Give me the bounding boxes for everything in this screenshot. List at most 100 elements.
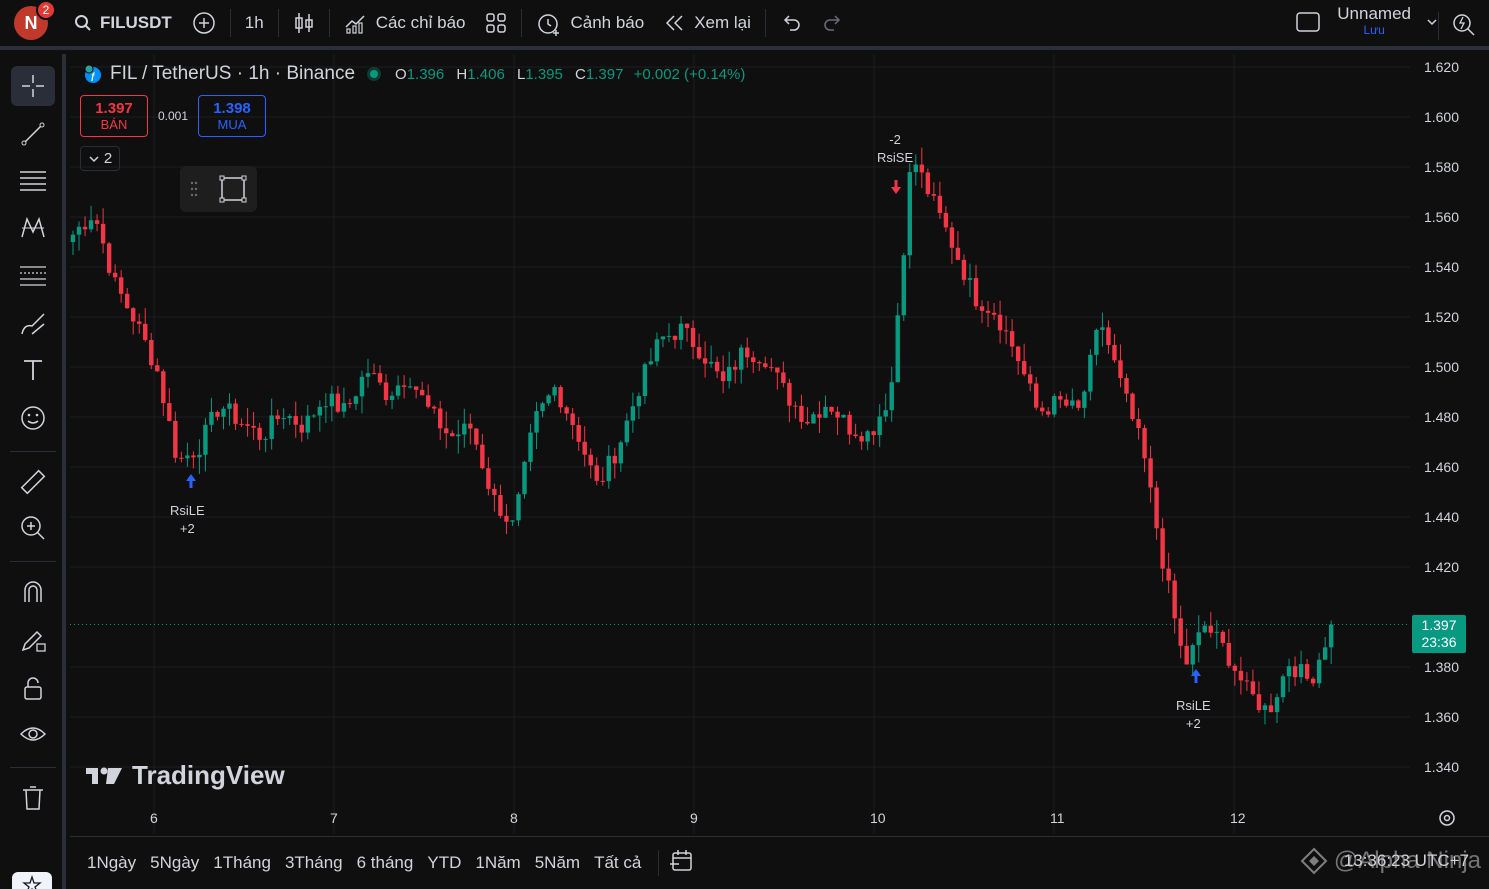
alerts-button[interactable]: Cảnh báo: [526, 5, 654, 41]
candle-body: [227, 403, 232, 409]
crosshair-tool[interactable]: [11, 66, 55, 106]
candle-body: [137, 321, 142, 324]
crosshair-icon: [22, 75, 44, 97]
drag-handle-icon[interactable]: [189, 180, 199, 198]
lock-all-tool[interactable]: [11, 668, 55, 708]
signal-name: RsiLE: [1176, 698, 1211, 713]
candle-body: [1304, 664, 1310, 679]
indicators-collapse-button[interactable]: 2: [80, 146, 120, 171]
hide-drawings-tool[interactable]: [11, 714, 55, 754]
trend-line-icon: [21, 122, 45, 146]
redo-button[interactable]: [812, 5, 854, 41]
range-button[interactable]: YTD: [420, 853, 468, 873]
candle-body: [751, 357, 756, 363]
replay-label: Xem lại: [694, 13, 751, 32]
favorites-tool[interactable]: [12, 872, 52, 889]
templates-button[interactable]: [475, 5, 517, 41]
measure-tool[interactable]: [11, 462, 55, 502]
emoji-tool[interactable]: [11, 398, 55, 438]
bottom-toolbar: 1Ngày 5Ngày 1Tháng 3Tháng 6 tháng YTD 1Năm 5Năm…: [70, 836, 1489, 889]
star-icon: [22, 874, 42, 889]
time-tick-label: 11: [1050, 810, 1065, 826]
brush-tool[interactable]: [11, 304, 55, 344]
candle-body: [1003, 330, 1009, 332]
candle-body: [335, 393, 341, 412]
candle-body: [173, 420, 178, 458]
candle-body: [636, 396, 642, 407]
candle-body: [341, 403, 347, 412]
tv-logo-text: TradingView: [132, 760, 285, 790]
open-label: O: [395, 65, 407, 83]
candle-body: [438, 408, 443, 429]
candle-body: [1268, 705, 1274, 713]
spread-value: 0.001: [157, 109, 189, 123]
range-button[interactable]: 5Năm: [528, 853, 587, 873]
symbol-search-button[interactable]: FILUSDT: [64, 5, 182, 41]
candle-body: [239, 423, 244, 425]
horizontal-lines-tool[interactable]: [11, 160, 55, 200]
range-button[interactable]: 6 tháng: [350, 853, 421, 873]
quick-search-button[interactable]: [1451, 12, 1477, 43]
candle-body: [606, 455, 611, 482]
candle-body: [1166, 568, 1171, 581]
open-value: 1.396: [406, 65, 445, 83]
candle-body: [1238, 670, 1244, 681]
buy-button[interactable]: 1.398 MUA: [198, 95, 266, 137]
layout-menu[interactable]: Unnamed Lưu: [1295, 5, 1439, 38]
alerts-label: Cảnh báo: [570, 13, 645, 32]
chart-settings-button[interactable]: [1437, 808, 1457, 833]
chart-type-button[interactable]: [283, 5, 325, 41]
symbol-title[interactable]: FIL / TetherUS · 1h · Binance: [110, 63, 355, 85]
indicators-button[interactable]: Các chỉ báo: [334, 5, 476, 41]
candle-body: [1208, 625, 1213, 633]
candle-body: [329, 393, 335, 407]
range-button[interactable]: 3Tháng: [278, 853, 350, 873]
candle-body: [678, 323, 684, 340]
pattern-icon: [21, 216, 45, 238]
candle-body: [931, 194, 937, 196]
lock-drawing-tool[interactable]: [11, 620, 55, 660]
go-to-date-button[interactable]: [669, 849, 695, 878]
candle-body: [167, 403, 172, 421]
short-signal-label: -2 RsiSE: [877, 131, 913, 167]
last-price-label: 1.397 23:36: [1412, 615, 1466, 653]
notification-badge: 2: [36, 0, 56, 20]
top-toolbar: N 2 FILUSDT 1h Các chỉ báo Cảnh báo Xem …: [0, 0, 1489, 50]
compare-symbol-button[interactable]: [182, 5, 226, 41]
undo-button[interactable]: [770, 5, 812, 41]
candle-body: [1310, 678, 1316, 684]
candle-body: [413, 386, 419, 390]
candle-body: [492, 488, 497, 496]
price-tick-label: 1.500: [1423, 359, 1459, 375]
replay-button[interactable]: Xem lại: [654, 5, 761, 41]
trend-line-tool[interactable]: [11, 114, 55, 154]
candle-body: [281, 418, 286, 420]
fib-tool[interactable]: [11, 256, 55, 296]
rectangle-select-icon[interactable]: [218, 174, 248, 204]
price-axis[interactable]: 1.620 1.600 1.580 1.560 1.540 1.520 1.500 1.480…: [1410, 54, 1489, 834]
zoom-tool[interactable]: [11, 508, 55, 548]
text-tool[interactable]: [11, 350, 55, 390]
range-button[interactable]: 1Năm: [468, 853, 527, 873]
range-button[interactable]: 5Ngày: [143, 853, 206, 873]
interval-button[interactable]: 1h: [235, 5, 274, 41]
candle-body: [769, 367, 774, 369]
range-button[interactable]: Tất cả: [587, 853, 648, 873]
candle-body: [347, 403, 353, 405]
candle-body: [317, 406, 323, 416]
candle-body: [1178, 618, 1183, 646]
separator: [277, 9, 279, 37]
range-button[interactable]: 1Ngày: [80, 853, 143, 873]
chevron-down-icon: [89, 155, 99, 162]
sell-button[interactable]: 1.397 BÁN: [80, 95, 148, 137]
pattern-tool[interactable]: [11, 208, 55, 248]
user-avatar[interactable]: N 2: [14, 0, 56, 40]
remove-drawings-tool[interactable]: [11, 778, 55, 818]
magnet-tool[interactable]: [11, 572, 55, 612]
candle-body: [269, 415, 274, 439]
candle-body: [1027, 374, 1033, 384]
candle-body: [233, 403, 238, 424]
save-label: Lưu: [1363, 23, 1385, 37]
range-button[interactable]: 1Tháng: [206, 853, 278, 873]
candle-body: [1226, 642, 1232, 666]
